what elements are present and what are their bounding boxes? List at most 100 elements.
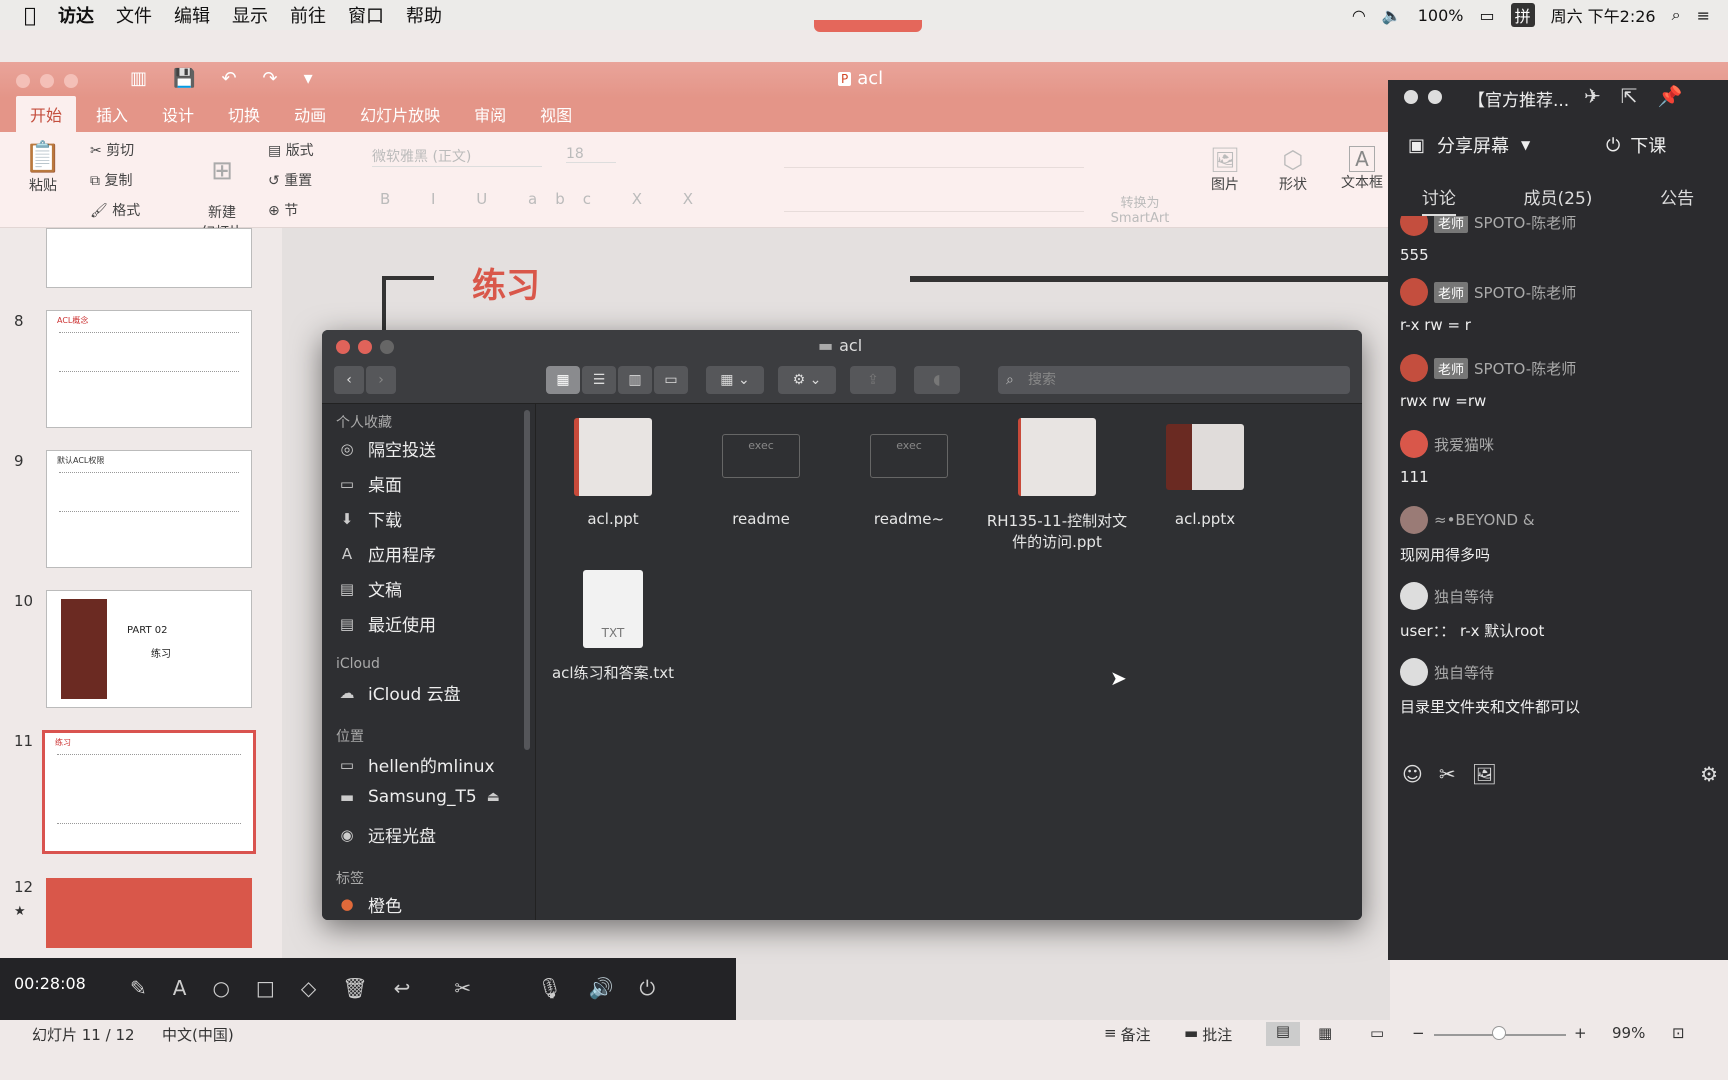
tab-members[interactable]: 成员(25) bbox=[1524, 176, 1593, 216]
close-button[interactable] bbox=[16, 74, 30, 88]
tab-home[interactable]: 开始 bbox=[16, 96, 77, 132]
font-size-select[interactable]: 18 bbox=[566, 146, 616, 163]
sidebar-item-icloud-drive[interactable]: ☁ iCloud 云盘 bbox=[336, 680, 461, 706]
settings-gear-icon[interactable]: ⚙ bbox=[1700, 762, 1718, 786]
battery-icon[interactable]: ▭ bbox=[1479, 6, 1494, 25]
menu-edit[interactable]: 编辑 bbox=[174, 2, 210, 28]
airplane-icon[interactable]: ✈ bbox=[1584, 84, 1601, 108]
circle-tool-icon[interactable]: ○ bbox=[212, 976, 229, 1000]
icon-view-button[interactable]: ▦ bbox=[546, 366, 580, 394]
finder-search-field[interactable]: ⌕ 搜索 bbox=[998, 366, 1350, 394]
list-view-button[interactable]: ☰ bbox=[582, 366, 616, 394]
picture-button[interactable]: 🖼 图片 bbox=[1200, 146, 1250, 194]
clock[interactable]: 周六 下午2:26 bbox=[1551, 3, 1656, 27]
tab-insert[interactable]: 插入 bbox=[82, 96, 142, 132]
font-format-buttons[interactable]: B I U abc X X bbox=[380, 190, 711, 208]
trash-icon[interactable]: 🗑 bbox=[342, 976, 367, 1000]
menu-finder[interactable]: 访达 bbox=[58, 2, 94, 28]
sidebar-scrollbar[interactable] bbox=[524, 410, 530, 750]
share-button[interactable]: ⇪ bbox=[850, 366, 896, 394]
scissors-icon[interactable]: ✂ bbox=[1439, 762, 1456, 786]
file-item[interactable]: exec readme~ bbox=[834, 418, 984, 528]
save-icon[interactable]: 💾 bbox=[173, 68, 195, 89]
zoom-in-button[interactable]: + bbox=[1574, 1024, 1587, 1042]
back-button[interactable]: ‹ bbox=[334, 366, 364, 394]
eject-icon[interactable]: ⏏ bbox=[487, 789, 500, 805]
chat-close-button[interactable] bbox=[1404, 90, 1418, 104]
slide-sorter-button[interactable]: ▦ bbox=[1318, 1024, 1332, 1042]
tab-design[interactable]: 设计 bbox=[148, 96, 208, 132]
convert-smartart-button[interactable]: 转换为 SmartArt bbox=[1100, 192, 1180, 226]
search-icon[interactable]: ⌕ bbox=[1672, 5, 1681, 25]
minimize-button[interactable] bbox=[40, 74, 54, 88]
action-gear-button[interactable]: ⚙ ⌄ bbox=[778, 366, 836, 394]
column-view-button[interactable]: ▥ bbox=[618, 366, 652, 394]
section-button[interactable]: ⊕ 节 bbox=[268, 200, 298, 220]
sidebar-item-airdrop[interactable]: ◎ 隔空投送 bbox=[336, 436, 436, 462]
zoom-level[interactable]: 99% bbox=[1612, 1024, 1645, 1042]
menu-file[interactable]: 文件 bbox=[116, 2, 152, 28]
microphone-icon[interactable]: 🎙 bbox=[537, 976, 562, 1000]
paste-button[interactable]: 📋 粘贴 bbox=[18, 140, 68, 195]
sidebar-item-documents[interactable]: ▤ 文稿 bbox=[336, 576, 402, 602]
zoom-out-button[interactable]: − bbox=[1412, 1024, 1425, 1042]
shape-button[interactable]: ⬡ 形状 bbox=[1268, 146, 1318, 194]
sidebar-item-samsung[interactable]: ▬ Samsung_T5 ⏏ bbox=[336, 787, 500, 807]
chat-message-list[interactable]: 老师 SPOTO-陈老师 555 老师 SPOTO-陈老师 r-x rw = r 老… bbox=[1388, 216, 1728, 836]
power-icon[interactable]: ⏻ bbox=[639, 976, 655, 1000]
undo-icon[interactable]: ↩ bbox=[394, 976, 411, 1000]
tab-slideshow[interactable]: 幻灯片放映 bbox=[346, 96, 454, 132]
textbox-button[interactable]: A 文本框 bbox=[1336, 146, 1388, 192]
sidebar-item-remote-disc[interactable]: ◉ 远程光盘 bbox=[336, 822, 436, 848]
undo-icon[interactable]: ↶ bbox=[221, 68, 236, 89]
forward-button[interactable]: › bbox=[366, 366, 396, 394]
tab-view[interactable]: 视图 bbox=[526, 96, 586, 132]
file-item[interactable]: TXT acl练习和答案.txt bbox=[538, 570, 688, 683]
sidebar-item-computer[interactable]: ▭ hellen的mlinux bbox=[336, 752, 495, 778]
tab-discussion[interactable]: 讨论 bbox=[1421, 176, 1456, 216]
file-item[interactable]: RH135-11-控制对文件的访问.ppt bbox=[982, 418, 1132, 552]
paragraph-list-buttons[interactable] bbox=[784, 146, 1084, 168]
apple-menu-icon[interactable]:  bbox=[24, 3, 36, 27]
image-icon[interactable]: 🖼 bbox=[1472, 762, 1497, 786]
tab-announcement[interactable]: 公告 bbox=[1660, 176, 1694, 216]
reading-view-button[interactable]: ▭ bbox=[1370, 1024, 1384, 1042]
battery-percent[interactable]: 100% bbox=[1418, 6, 1464, 25]
normal-view-button[interactable]: ▤ bbox=[1266, 1022, 1300, 1046]
redo-icon[interactable]: ↷ bbox=[263, 68, 278, 89]
emoji-icon[interactable]: ☺ bbox=[1402, 762, 1423, 786]
file-item[interactable]: exec readme bbox=[686, 418, 836, 528]
layout-button[interactable]: ▤ 版式 bbox=[268, 140, 314, 160]
end-class-button[interactable]: ⏻ 下课 bbox=[1606, 132, 1666, 158]
sidebar-toggle-icon[interactable]: ▥ bbox=[130, 68, 147, 89]
menu-view[interactable]: 显示 bbox=[232, 2, 268, 28]
file-item[interactable]: acl.pptx bbox=[1130, 418, 1280, 528]
menu-window[interactable]: 窗口 bbox=[348, 2, 384, 28]
tags-button[interactable]: ◖ bbox=[914, 366, 960, 394]
slide-thumbnail-12[interactable] bbox=[46, 878, 252, 948]
comments-button[interactable]: ▬ 批注 bbox=[1184, 1024, 1232, 1045]
eraser-icon[interactable]: ◇ bbox=[301, 976, 316, 1000]
tab-animations[interactable]: 动画 bbox=[280, 96, 340, 132]
reset-button[interactable]: ↺ 重置 bbox=[268, 170, 312, 190]
group-by-button[interactable]: ▦ ⌄ bbox=[706, 366, 764, 394]
gallery-view-button[interactable]: ▭ bbox=[654, 366, 688, 394]
finder-zoom-button[interactable] bbox=[380, 340, 394, 354]
copy-button[interactable]: ⧉ 复制 bbox=[90, 170, 132, 190]
language-indicator[interactable]: 中文(中国) bbox=[162, 1024, 234, 1045]
file-item[interactable]: acl.ppt bbox=[538, 418, 688, 528]
sidebar-item-desktop[interactable]: ▭ 桌面 bbox=[336, 471, 402, 497]
chat-minimize-button[interactable] bbox=[1428, 90, 1442, 104]
slide-title[interactable]: 练习 bbox=[472, 258, 540, 307]
share-icon[interactable]: ⇱ bbox=[1621, 84, 1638, 108]
sidebar-item-downloads[interactable]: ⬇ 下载 bbox=[336, 506, 402, 532]
share-screen-button[interactable]: ▣ 分享屏幕 ▼ bbox=[1408, 132, 1530, 158]
speaker-icon[interactable]: 🔊 bbox=[589, 976, 614, 1000]
sidebar-item-recents[interactable]: ▤ 最近使用 bbox=[336, 611, 436, 637]
menu-go[interactable]: 前往 bbox=[290, 2, 326, 28]
menu-list-icon[interactable]: ≡ bbox=[1697, 6, 1710, 25]
slide-thumbnail-11[interactable]: 练习 bbox=[42, 730, 256, 854]
cut-button[interactable]: ✂ 剪切 bbox=[90, 140, 134, 160]
finder-close-button[interactable] bbox=[336, 340, 350, 354]
slide-thumbnail-10[interactable]: PART 02 练习 bbox=[46, 590, 252, 708]
